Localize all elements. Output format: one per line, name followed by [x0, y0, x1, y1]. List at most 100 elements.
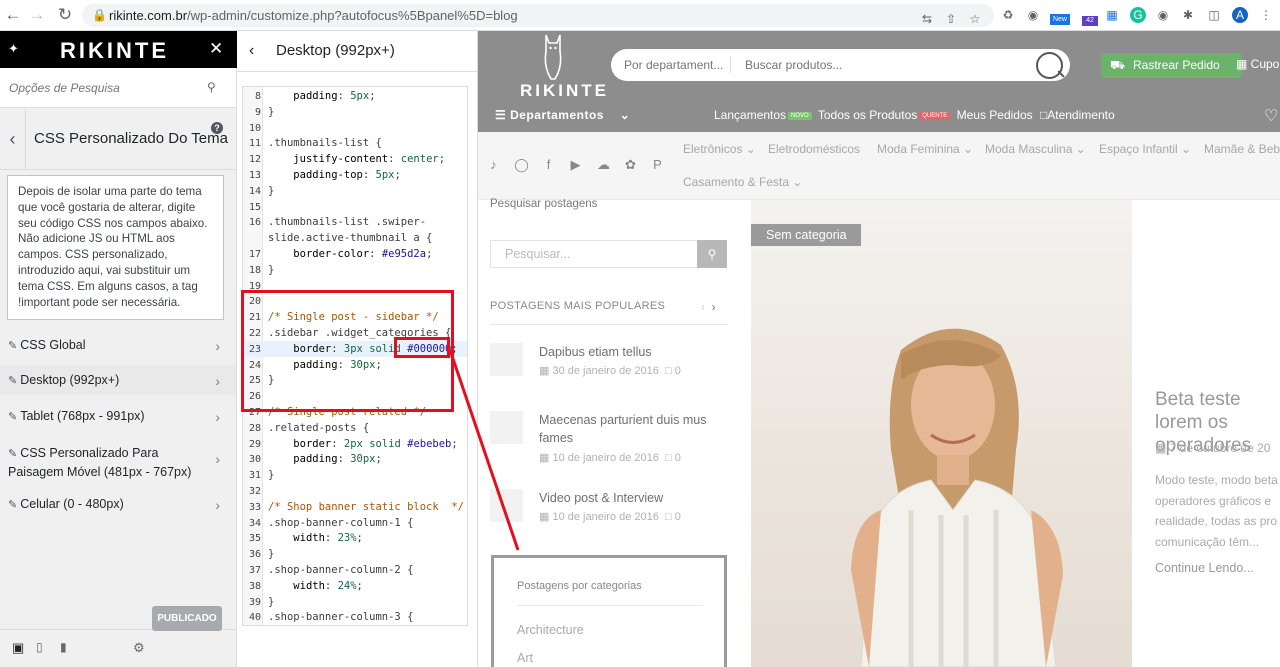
- new-extension-badge[interactable]: New: [1050, 14, 1070, 25]
- pinterest-icon[interactable]: P: [650, 157, 665, 172]
- facebook-icon[interactable]: f: [541, 157, 556, 172]
- help-icon[interactable]: ?: [211, 122, 223, 134]
- globe-extension-icon[interactable]: ◉: [1025, 7, 1041, 23]
- post-title[interactable]: Maecenas parturient duis mus fames: [539, 411, 729, 447]
- device-item-global[interactable]: ✎ CSS Global ›: [0, 338, 236, 354]
- popular-post-item[interactable]: Dapibus etiam tellus ▦ 30 de janeiro de …: [490, 343, 730, 393]
- popular-nav-arrows[interactable]: ‹ ›: [701, 300, 716, 314]
- back-arrow-icon[interactable]: ←: [3, 5, 23, 25]
- site-logo[interactable]: RIKINTE: [520, 81, 609, 101]
- code-line[interactable]: 9}: [243, 104, 467, 120]
- code-line[interactable]: 18}: [243, 262, 467, 278]
- code-line[interactable]: 15: [243, 199, 467, 215]
- nav-launches[interactable]: Lançamentos: [714, 108, 786, 122]
- back-chevron-icon[interactable]: ‹: [249, 42, 254, 60]
- category-link[interactable]: Moda Masculina ⌄: [985, 142, 1086, 156]
- twitter-icon[interactable]: ✿: [623, 157, 638, 172]
- camera-extension-icon[interactable]: ◉: [1155, 7, 1171, 23]
- category-link[interactable]: Eletrônicos ⌄: [683, 142, 756, 156]
- forward-arrow-icon[interactable]: →: [27, 5, 47, 25]
- coupon-link[interactable]: ▦ Cupo: [1236, 57, 1279, 71]
- department-select[interactable]: Por departament...: [624, 58, 723, 72]
- side-panel-icon[interactable]: ◫: [1206, 7, 1222, 23]
- pin-icon[interactable]: ✦: [8, 41, 19, 57]
- youtube-icon[interactable]: ▶: [568, 157, 583, 172]
- code-line[interactable]: 17 border-color: #e95d2a;: [243, 246, 467, 262]
- document-extension-icon[interactable]: ▦: [1104, 7, 1120, 23]
- close-icon[interactable]: ✕: [209, 39, 223, 59]
- tablet-preview-icon[interactable]: ▯: [36, 640, 43, 654]
- popular-post-item[interactable]: Maecenas parturient duis mus fames ▦ 10 …: [490, 411, 730, 481]
- category-link[interactable]: Moda Feminina ⌄: [877, 142, 973, 156]
- count-extension-badge[interactable]: 42: [1082, 16, 1098, 26]
- back-chevron-icon[interactable]: ‹: [0, 108, 26, 170]
- post-title[interactable]: Dapibus etiam tellus: [539, 343, 729, 361]
- code-line[interactable]: 32: [243, 483, 467, 499]
- code-line[interactable]: 38 width: 24%;: [243, 578, 467, 594]
- code-line[interactable]: 8 padding: 5px;: [243, 88, 467, 104]
- code-line[interactable]: 39}: [243, 594, 467, 610]
- code-line[interactable]: 34 .shop-banner-column-1 {: [243, 515, 467, 531]
- grammarly-icon[interactable]: G: [1130, 7, 1146, 23]
- code-line[interactable]: 16 .thumbnails-list .swiper-: [243, 214, 467, 230]
- track-order-button[interactable]: ⛟ Rastrear Pedido: [1101, 53, 1242, 78]
- heart-icon[interactable]: ♡: [1264, 106, 1278, 126]
- code-line[interactable]: 29 border: 2px solid #ebebeb;: [243, 436, 467, 452]
- departments-menu[interactable]: ☰ Departamentos ⌄: [495, 108, 630, 122]
- star-icon[interactable]: ☆: [967, 11, 983, 27]
- code-line[interactable]: 37 .shop-banner-column-2 {: [243, 562, 467, 578]
- code-line[interactable]: 10: [243, 120, 467, 136]
- code-line[interactable]: 40 .shop-banner-column-3 {: [243, 609, 467, 625]
- instagram-icon[interactable]: ◯: [514, 157, 529, 172]
- search-icon[interactable]: ⚲: [207, 80, 216, 94]
- code-line[interactable]: 14}: [243, 183, 467, 199]
- reload-icon[interactable]: ↻: [55, 5, 75, 25]
- search-posts-input[interactable]: Pesquisar...: [490, 240, 698, 268]
- tiktok-icon[interactable]: ♪: [486, 157, 501, 172]
- profile-avatar[interactable]: A: [1232, 7, 1248, 23]
- post-title[interactable]: Video post & Interview: [539, 489, 729, 507]
- mobile-preview-icon[interactable]: ▮: [60, 640, 67, 654]
- device-item-desktop[interactable]: ✎ Desktop (992px+) ›: [0, 365, 236, 395]
- puzzle-extensions-icon[interactable]: ✱: [1180, 7, 1196, 23]
- category-badge[interactable]: Sem categoria: [751, 224, 861, 246]
- share-icon[interactable]: ⇧: [943, 11, 959, 27]
- code-line[interactable]: slide.active-thumbnail a {: [243, 230, 467, 246]
- device-item-tablet[interactable]: ✎ Tablet (768px - 991px) ›: [0, 409, 236, 425]
- category-link[interactable]: Espaço Infantil ⌄: [1099, 142, 1191, 156]
- category-item[interactable]: Architecture: [517, 623, 584, 637]
- code-line[interactable]: 12 justify-content: center;: [243, 151, 467, 167]
- featured-post-image[interactable]: Sem categoria: [751, 200, 1132, 667]
- product-search-input[interactable]: [745, 55, 1025, 75]
- search-icon[interactable]: ⚲: [697, 240, 727, 268]
- code-line[interactable]: 36}: [243, 546, 467, 562]
- code-line[interactable]: 28 .related-posts {: [243, 420, 467, 436]
- snapchat-icon[interactable]: ☁: [596, 157, 611, 172]
- device-item-landscape[interactable]: ✎ CSS Personalizado Para Paisagem Móvel (…: [0, 444, 220, 481]
- code-line[interactable]: 11 .thumbnails-list {: [243, 135, 467, 151]
- nav-all-products[interactable]: Todos os Produtos: [818, 108, 917, 122]
- nav-support[interactable]: Atendimento: [1047, 108, 1114, 122]
- nav-orders[interactable]: Meus Pedidos: [957, 108, 1033, 122]
- category-link[interactable]: Mamãe & Bebê: [1204, 142, 1280, 156]
- category-link[interactable]: Casamento & Festa ⌄: [683, 175, 802, 189]
- desktop-preview-icon[interactable]: ▣: [12, 640, 24, 656]
- code-line[interactable]: 13 padding-top: 5px;: [243, 167, 467, 183]
- publish-button[interactable]: PUBLICADO: [152, 606, 222, 631]
- address-bar[interactable]: 🔒 rikinte.com.br/wp-admin/customize.php?…: [82, 4, 994, 27]
- read-more-link[interactable]: Continue Lendo...: [1155, 561, 1254, 575]
- menu-kebab-icon[interactable]: ⋮: [1258, 7, 1274, 23]
- code-line[interactable]: 30 padding: 30px;: [243, 451, 467, 467]
- code-line[interactable]: 35 width: 23%;: [243, 530, 467, 546]
- category-item[interactable]: Art: [517, 651, 533, 665]
- popular-post-item[interactable]: Video post & Interview ▦ 10 de janeiro d…: [490, 489, 730, 539]
- code-line[interactable]: 31}: [243, 467, 467, 483]
- category-link[interactable]: Eletrodomésticos: [768, 142, 860, 156]
- search-icon[interactable]: [1036, 52, 1063, 79]
- gear-icon[interactable]: ⚙: [133, 640, 145, 656]
- customizer-search-input[interactable]: [0, 68, 236, 108]
- code-line[interactable]: 33 /* Shop banner static block */: [243, 499, 467, 515]
- translate-icon[interactable]: ⇆: [919, 11, 935, 27]
- device-item-mobile[interactable]: ✎ Celular (0 - 480px) ›: [0, 497, 236, 513]
- recycle-extension-icon[interactable]: ♻: [1000, 7, 1016, 23]
